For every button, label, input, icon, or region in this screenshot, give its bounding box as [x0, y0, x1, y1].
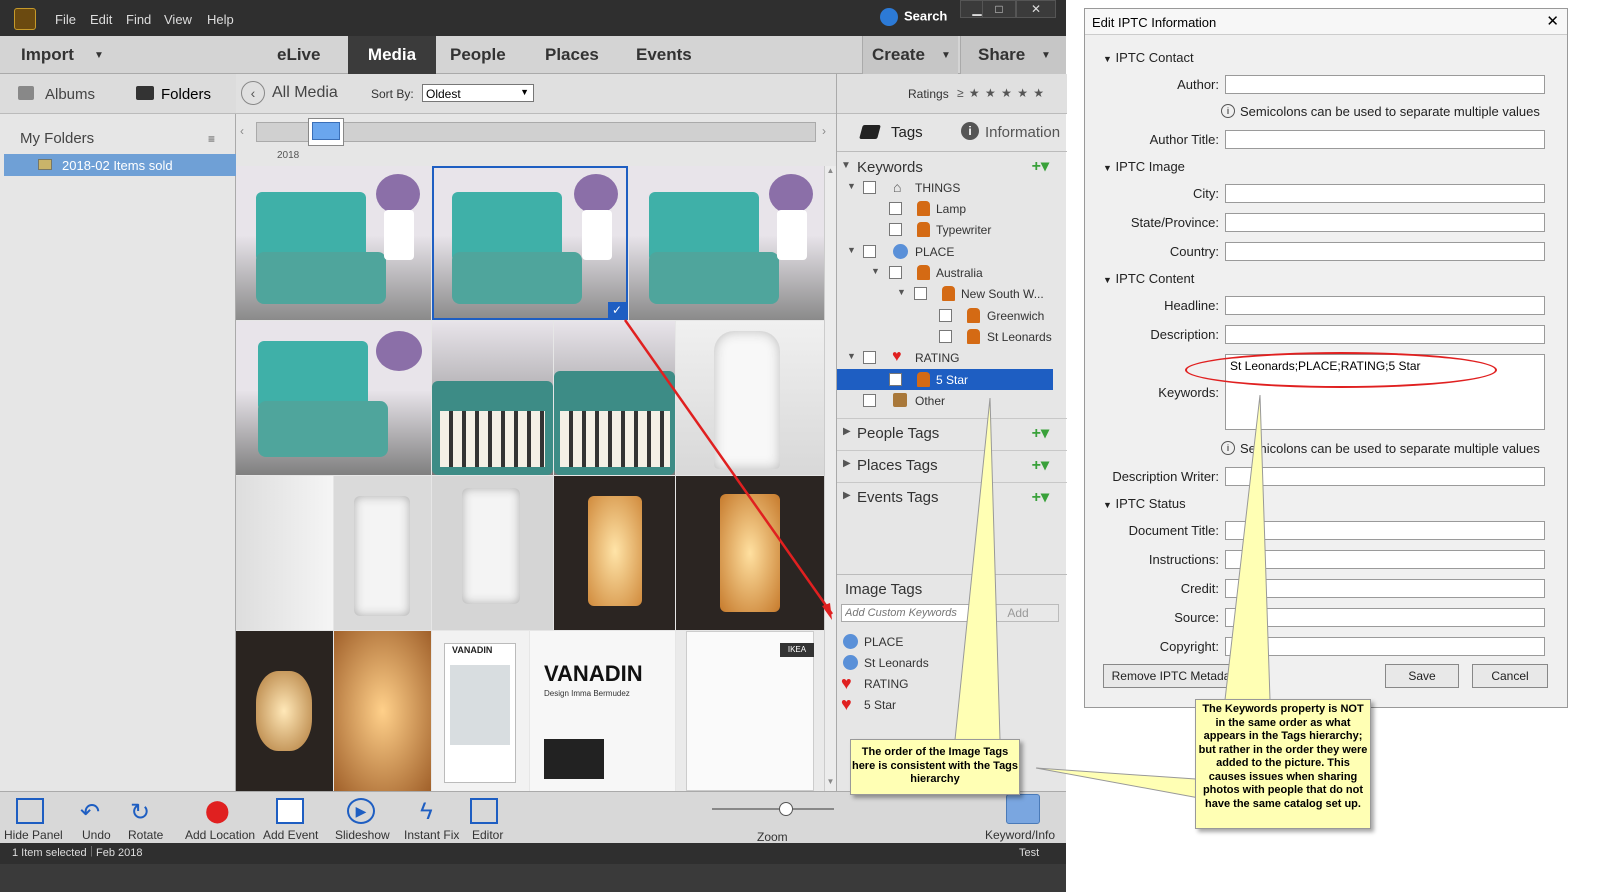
callout-pointer-right-up	[1224, 394, 1271, 701]
callout-pointer-right-left	[1035, 767, 1211, 801]
callout-left: The order of the Image Tags here is cons…	[850, 739, 1020, 795]
annotation-arrowhead	[822, 603, 832, 620]
annotation-overlay	[623, 319, 1271, 801]
callout-pointer-left	[954, 397, 1001, 741]
callout-right: The Keywords property is NOT in the same…	[1195, 699, 1371, 829]
annotation-arrow	[623, 319, 834, 615]
